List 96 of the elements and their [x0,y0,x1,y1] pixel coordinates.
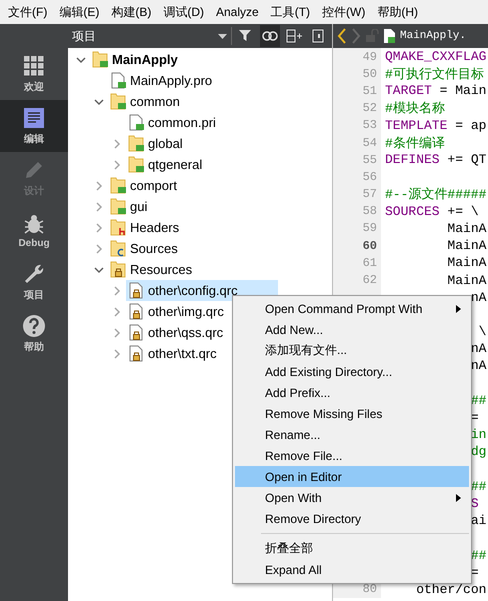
folder-icon [110,198,126,215]
code-line: MainA [446,272,486,288]
line-number: 62 [362,273,377,288]
document-icon [383,28,396,44]
code-line: ai [470,513,486,528]
dropdown-caret-icon[interactable] [218,34,227,38]
folder-icon [110,177,126,194]
menu-item[interactable]: Remove Missing Files [235,403,469,424]
menu-item[interactable]: 帮助(H) [371,4,424,20]
tree-item[interactable]: qtgeneral [126,154,242,175]
link-icon[interactable] [260,25,280,47]
code-line: S [470,496,479,511]
tree-item[interactable]: MainApply [90,49,218,70]
line-number: 54 [362,136,377,150]
code-line: MainA [446,220,486,236]
menu-item[interactable]: 文件(F) [2,4,54,20]
tree-item[interactable]: Sources [108,238,218,259]
menu-item[interactable]: 折叠全部 [235,538,469,559]
code-line: MainA [446,255,486,270]
folder-icon [110,93,126,110]
mode-button[interactable]: 帮助 [0,308,68,360]
line-number: 59 [362,221,377,236]
folder-icon [110,240,126,257]
code-line: TARGET = Main [384,83,486,98]
line-number: 51 [362,84,377,98]
code-line: nA [470,290,486,305]
help-icon [22,314,46,338]
mode-button[interactable]: Debug [0,204,68,256]
code-line: DEFINES += QT [384,152,486,168]
folder-icon [110,219,126,236]
mode-button[interactable]: 欢迎 [0,48,68,100]
code-line: #--源文件##### [384,186,486,204]
code-line: ## [470,478,486,494]
menu-item[interactable]: 控件(W) [316,4,372,20]
line-number: 49 [362,50,377,64]
menu-item[interactable]: Analyze [210,5,265,19]
line-number: 52 [362,101,377,116]
code-line: ## [470,392,486,408]
code-line: in [470,427,486,442]
mode-button[interactable]: 项目 [0,256,68,308]
line-number: 53 [362,118,377,132]
code-line: QMAKE_CXXFLAG [384,49,486,64]
document-icon [110,72,126,89]
folder-icon [110,261,126,278]
menu-item[interactable]: Remove Directory [235,508,469,529]
folder-icon [128,135,144,152]
tree-item[interactable]: Resources [108,259,232,280]
document-icon [128,345,144,362]
tree-item[interactable]: gui [108,196,188,217]
folder-icon [128,156,144,173]
tree-item[interactable]: other\config.qrc [126,280,278,301]
line-number: 57 [362,187,377,202]
code-line: nA [470,341,486,356]
code-line: #可执行文件目标 [384,66,484,83]
tree-item[interactable]: MainApply.pro [108,70,252,91]
menu-item[interactable]: 构建(B) [105,4,158,20]
code-line: #模块名称 [384,100,445,118]
tree-item[interactable]: common.pri [126,112,256,133]
code-line: TEMPLATE = ap [384,118,486,133]
menu-item[interactable]: Rename... [235,424,469,445]
menu-item[interactable]: Open With [235,487,469,508]
tree-item[interactable]: Headers [108,217,220,238]
code-line: #条件编译 [384,134,445,152]
menu-item[interactable]: Add Existing Directory... [235,361,469,382]
line-number: 60 [362,238,377,253]
line-number: 50 [362,66,377,81]
tree-item[interactable]: global [126,133,223,154]
document-icon [128,303,144,320]
line-number: 56 [362,170,377,184]
document-icon [128,282,144,299]
code-line: other/con [415,582,486,597]
line-number: 58 [362,204,377,218]
line-number: 61 [362,256,377,270]
folder-icon [92,51,108,68]
code-line: dg [470,444,486,460]
code-line: MainA [446,238,486,254]
menu-item[interactable]: Expand All [235,559,469,580]
menu-item[interactable]: Remove File... [235,445,469,466]
grid-icon [22,54,46,78]
menu-item[interactable]: 工具(T) [264,4,316,20]
code-line: SOURCES += \ [384,204,479,219]
menu-item[interactable]: Add Prefix... [235,382,469,403]
code-line: \ [478,324,486,340]
menu-item[interactable]: 调试(D) [157,4,210,20]
code-line: ## [470,548,486,563]
mode-button[interactable]: 编辑 [0,100,68,152]
menu-item[interactable]: Open in Editor [235,466,469,487]
document-icon [128,114,144,131]
menu-item[interactable]: 编辑(E) [53,4,106,20]
document-lines-icon [22,106,46,130]
line-number: 55 [362,152,377,167]
pane-title: 项目 [72,28,97,44]
document-icon [128,324,144,341]
tree-item[interactable]: common [108,91,220,112]
tree-item[interactable]: comport [108,175,217,196]
line-number: 80 [362,582,377,596]
